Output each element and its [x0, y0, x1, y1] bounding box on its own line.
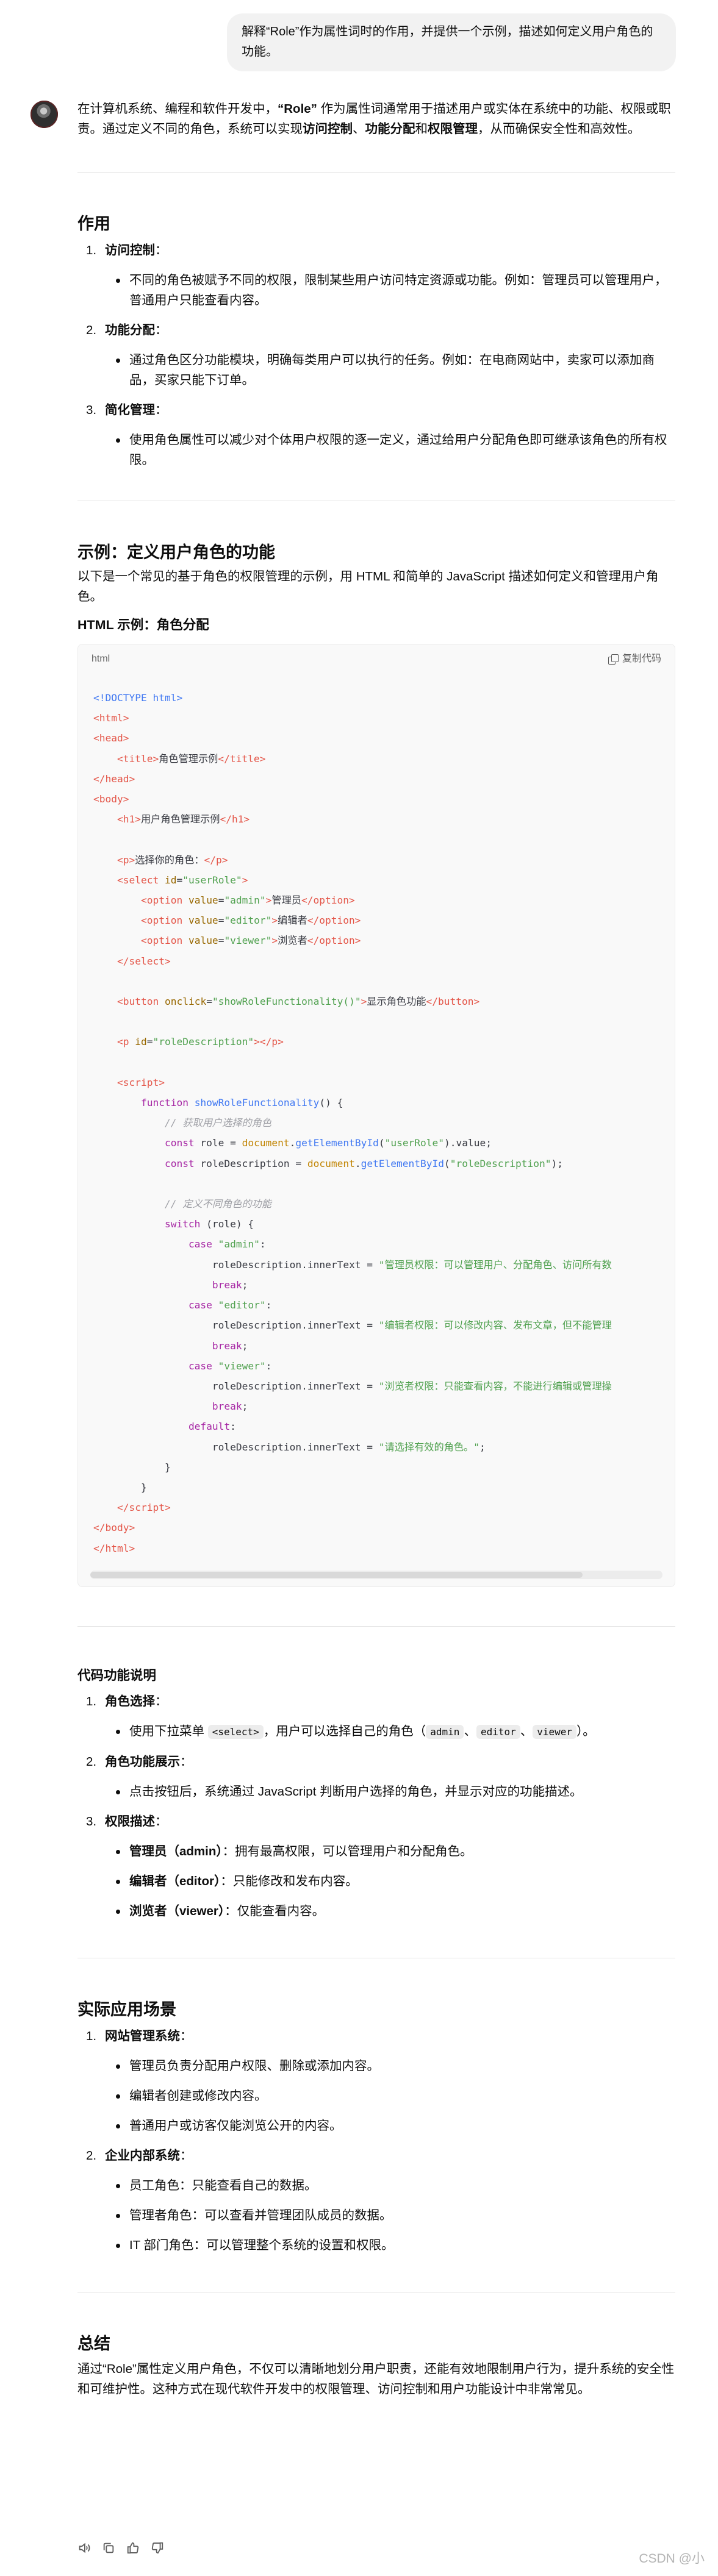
code-block: html 复制代码 <!DOCTYPE html> <html> <head> … — [77, 644, 675, 1587]
scenarios-list: 网站管理系统： 管理员负责分配用户权限、删除或添加内容。 编辑者创建或修改内容。… — [77, 2026, 675, 2255]
copy-button[interactable] — [102, 2541, 118, 2557]
bullet-item: 管理员负责分配用户权限、删除或添加内容。 — [116, 2056, 675, 2076]
copy-icon — [103, 2542, 114, 2553]
code-language: html — [92, 654, 110, 664]
bullet-item: 管理者角色：可以查看并管理团队成员的数据。 — [116, 2205, 675, 2225]
list-item: 权限描述： 管理员（admin）：拥有最高权限，可以管理用户和分配角色。 编辑者… — [77, 1811, 675, 1921]
list-item: 企业内部系统： 员工角色：只能查看自己的数据。 管理者角色：可以查看并管理团队成… — [77, 2146, 675, 2255]
list-item: 功能分配： 通过角色区分功能模块，明确每类用户可以执行的任务。例如：在电商网站中… — [77, 320, 675, 400]
thumbs-down-icon — [151, 2542, 163, 2554]
thumbs-up-icon — [127, 2542, 139, 2554]
list-item: 简化管理： 使用角色属性可以减少对个体用户权限的逐一定义，通过给用户分配角色即可… — [77, 400, 675, 470]
explain-list: 角色选择： 使用下拉菜单 <select>，用户可以选择自己的角色（admin、… — [77, 1691, 675, 1921]
intro-paragraph: 在计算机系统、编程和软件开发中，“Role” 作为属性词通常用于描述用户或实体在… — [77, 102, 671, 136]
example-description: 以下是一个常见的基于角色的权限管理的示例，用 HTML 和简单的 JavaScr… — [77, 569, 659, 604]
code-header: html 复制代码 — [78, 644, 675, 673]
bullet-item: 通过角色区分功能模块，明确每类用户可以执行的任务。例如：在电商网站中，卖家可以添… — [116, 350, 675, 390]
assistant-avatar — [31, 101, 58, 128]
user-message-text: 解释“Role”作为属性词时的作用，并提供一个示例，描述如何定义用户角色的功能。 — [242, 25, 653, 59]
section-title-purpose: 作用 — [77, 215, 110, 233]
bullet-item: 使用下拉菜单 <select> ，用户可以选择自己的角色（ admin、 editor… — [116, 1721, 675, 1742]
bullet-item: 点击按钮后，系统通过 JavaScript 判断用户选择的角色，并显示对应的功能… — [116, 1782, 675, 1802]
thumbs-up-button[interactable] — [126, 2541, 142, 2557]
section-title-explain: 代码功能说明 — [77, 1668, 157, 1683]
section-title-scenarios: 实际应用场景 — [77, 2000, 176, 2019]
bullet-item: 普通用户或访客仅能浏览公开的内容。 — [116, 2116, 675, 2136]
thumbs-down-button[interactable] — [151, 2541, 167, 2557]
user-message-bubble: 解释“Role”作为属性词时的作用，并提供一个示例，描述如何定义用户角色的功能。 — [227, 13, 676, 71]
bullet-item: 浏览者（viewer）：仅能查看内容。 — [116, 1901, 675, 1921]
code-horizontal-scrollbar[interactable] — [90, 1570, 662, 1579]
list-item: 角色功能展示： 点击按钮后，系统通过 JavaScript 判断用户选择的角色，… — [77, 1752, 675, 1811]
copy-icon — [608, 654, 619, 665]
watermark: CSDN @小 — [639, 2552, 705, 2566]
section-title-example: 示例：定义用户角色的功能 — [77, 543, 275, 562]
summary-paragraph: 通过“Role”属性定义用户角色，不仅可以清晰地划分用户职责，还能有效地限制用户… — [77, 2361, 675, 2396]
assistant-response: 在计算机系统、编程和软件开发中，“Role” 作为属性词通常用于描述用户或实体在… — [77, 99, 675, 2399]
bullet-item: 使用角色属性可以减少对个体用户权限的逐一定义，通过给用户分配角色即可继承该角色的… — [116, 430, 675, 470]
bullet-item: 管理员（admin）：拥有最高权限，可以管理用户和分配角色。 — [116, 1841, 675, 1861]
read-aloud-button[interactable] — [77, 2541, 93, 2557]
example-subtitle: HTML 示例：角色分配 — [77, 618, 209, 632]
list-item: 网站管理系统： 管理员负责分配用户权限、删除或添加内容。 编辑者创建或修改内容。… — [77, 2026, 675, 2146]
message-actions — [77, 2541, 167, 2557]
purpose-list: 访问控制： 不同的角色被赋予不同的权限，限制某些用户访问特定资源或功能。例如：管… — [77, 240, 675, 470]
list-item: 角色选择： 使用下拉菜单 <select>，用户可以选择自己的角色（admin、… — [77, 1691, 675, 1752]
bullet-item: 编辑者创建或修改内容。 — [116, 2086, 675, 2106]
section-title-summary: 总结 — [77, 2334, 110, 2353]
bullet-item: IT 部门角色：可以管理整个系统的设置和权限。 — [116, 2235, 675, 2255]
speaker-icon — [79, 2542, 90, 2553]
bullet-item: 编辑者（editor）：只能修改和发布内容。 — [116, 1871, 675, 1891]
code-content: <!DOCTYPE html> <html> <head> <title>角色管… — [93, 692, 612, 1554]
list-item: 访问控制： 不同的角色被赋予不同的权限，限制某些用户访问特定资源或功能。例如：管… — [77, 240, 675, 320]
copy-code-button[interactable]: 复制代码 — [608, 649, 661, 669]
bullet-item: 不同的角色被赋予不同的权限，限制某些用户访问特定资源或功能。例如：管理员可以管理… — [116, 270, 675, 310]
bullet-item: 员工角色：只能查看自己的数据。 — [116, 2175, 675, 2196]
